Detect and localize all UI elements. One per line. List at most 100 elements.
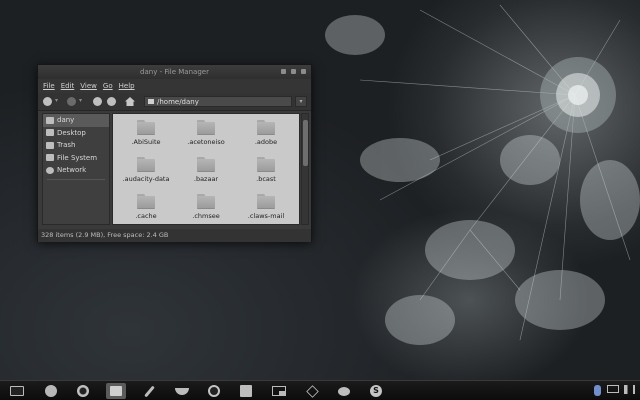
file-item[interactable]: .claws-mail (236, 192, 296, 222)
tray-volume[interactable] (624, 385, 635, 394)
brush-icon (143, 385, 155, 397)
close-icon[interactable] (301, 69, 306, 74)
minimize-icon[interactable] (281, 69, 286, 74)
file-name: .adobe (254, 138, 278, 146)
package-icon (305, 384, 319, 398)
location-bar[interactable]: /home/dany (144, 96, 292, 107)
reload-icon[interactable] (107, 97, 116, 106)
maximize-icon[interactable] (291, 69, 296, 74)
file-item[interactable]: .chmsee (176, 192, 236, 222)
firefox-icon (45, 385, 57, 397)
file-manager-icon (110, 386, 122, 396)
screenshot-icon (272, 386, 286, 396)
workspace-switcher-icon (240, 385, 252, 397)
menubar: File Edit View Go Help (38, 79, 311, 93)
menu-file[interactable]: File (43, 82, 55, 90)
file-item[interactable]: .cache (116, 192, 176, 222)
folder-icon (197, 194, 215, 208)
battery-icon (607, 385, 619, 393)
dock-brush[interactable] (139, 383, 159, 399)
dock-hat[interactable] (172, 383, 192, 399)
dock-chrome[interactable] (73, 383, 93, 399)
status-text: 328 items (2.9 MB), Free space: 2.4 GB (41, 231, 169, 239)
sidebar-item-network[interactable]: Network (43, 164, 109, 177)
folder-icon (137, 194, 155, 208)
dock-package[interactable] (302, 383, 322, 399)
sidebar-item-trash[interactable]: Trash (43, 139, 109, 152)
dock-file-manager[interactable] (106, 383, 126, 399)
folder-icon (257, 157, 275, 171)
volume-icon (624, 385, 635, 394)
drive-icon (46, 154, 54, 162)
menu-edit[interactable]: Edit (61, 82, 75, 90)
dock-screenshot[interactable] (269, 383, 289, 399)
sidebar-divider (47, 178, 105, 180)
tray-battery[interactable] (607, 385, 619, 393)
dock-workspaces[interactable] (236, 383, 256, 399)
sidebar-item-label: dany (57, 116, 75, 125)
file-name: .chmsee (192, 212, 220, 220)
menu-view[interactable]: View (80, 82, 97, 90)
home-icon[interactable] (125, 97, 135, 106)
dock-music-player[interactable] (204, 383, 224, 399)
sidebar-item-label: Desktop (57, 128, 86, 137)
vertical-scrollbar[interactable] (301, 113, 309, 225)
dock-firefox[interactable] (41, 383, 61, 399)
scrollbar-thumb[interactable] (303, 120, 308, 166)
folder-icon (148, 99, 154, 104)
window-titlebar[interactable]: dany - File Manager (38, 65, 311, 79)
chat-icon (338, 386, 350, 396)
network-icon (46, 166, 54, 174)
chevron-down-icon: ▾ (299, 98, 303, 105)
file-item[interactable]: .adobe (236, 118, 296, 148)
bluetooth-icon (594, 385, 601, 396)
desktop-icon (46, 129, 54, 137)
dock-panel: S (0, 380, 640, 400)
folder-icon (197, 120, 215, 134)
tray-bluetooth[interactable] (594, 385, 601, 396)
trash-icon (46, 141, 54, 149)
home-icon (46, 116, 54, 124)
folder-icon (137, 157, 155, 171)
forward-icon[interactable] (67, 97, 76, 106)
toolbar: ▾ ▾ /home/dany ▾ (38, 93, 311, 111)
menu-help[interactable]: Help (119, 82, 135, 90)
file-manager-window[interactable]: dany - File Manager File Edit View Go He… (37, 64, 312, 242)
sidebar-item-label: File System (57, 153, 98, 162)
back-icon[interactable] (43, 97, 52, 106)
file-item[interactable]: .audacity-data (116, 155, 176, 185)
location-dropdown-button[interactable]: ▾ (295, 96, 307, 107)
folder-icon (257, 194, 275, 208)
window-title: dany - File Manager (140, 68, 209, 76)
file-name: .claws-mail (247, 212, 285, 220)
file-name: .bcast (256, 175, 276, 183)
folder-icon (137, 120, 155, 134)
status-bar: 328 items (2.9 MB), Free space: 2.4 GB (38, 229, 311, 242)
forward-history-icon[interactable]: ▾ (79, 97, 82, 104)
file-item[interactable]: .bcast (236, 155, 296, 185)
file-item[interactable]: .bazaar (176, 155, 236, 185)
sidebar-item-filesystem[interactable]: File System (43, 152, 109, 165)
sidebar-item-desktop[interactable]: Desktop (43, 127, 109, 140)
terminal-icon (10, 386, 24, 396)
file-item[interactable]: .acetoneiso (176, 118, 236, 148)
dock-skype[interactable]: S (366, 383, 386, 399)
chrome-icon (77, 385, 89, 397)
sidebar-item-label: Trash (57, 141, 76, 150)
menu-go[interactable]: Go (103, 82, 113, 90)
location-path: /home/dany (157, 98, 199, 106)
up-icon[interactable] (93, 97, 102, 106)
file-item[interactable]: .AbiSuite (116, 118, 176, 148)
dock-terminal[interactable] (7, 383, 27, 399)
file-name: .AbiSuite (131, 138, 161, 146)
folder-icon (257, 120, 275, 134)
music-player-icon (208, 385, 220, 397)
dock-chat[interactable] (334, 383, 354, 399)
hat-icon (175, 387, 189, 395)
file-name: .cache (135, 212, 157, 220)
places-sidebar: dany Desktop Trash File System Network (42, 113, 110, 225)
file-name: .bazaar (193, 175, 219, 183)
file-icon-view[interactable]: .AbiSuite .acetoneiso .adobe .audacity-d… (112, 113, 300, 225)
back-history-icon[interactable]: ▾ (55, 97, 58, 104)
sidebar-item-home[interactable]: dany (43, 114, 109, 127)
